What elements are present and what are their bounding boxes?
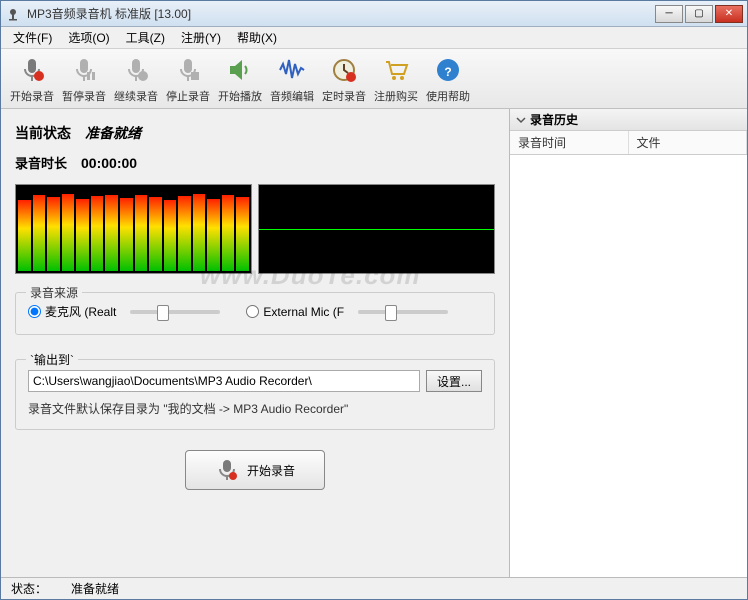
toolbar-use-help[interactable]: ? 使用帮助 <box>423 51 473 107</box>
toolbar-label: 暂停录音 <box>62 88 106 104</box>
toolbar-start-record[interactable]: 开始录音 <box>7 51 57 107</box>
toolbar-label: 注册购买 <box>374 88 418 104</box>
output-group: `输出到` 设置... 录音文件默认保存目录为 "我的文档 -> MP3 Aud… <box>15 359 495 430</box>
state-value: 准备就绪 <box>85 123 141 143</box>
history-table-body <box>510 155 747 577</box>
source-group: 录音来源 麦克风 (Realt External Mic (F <box>15 292 495 335</box>
waveform-icon <box>276 54 308 86</box>
history-header[interactable]: 录音历史 <box>510 109 747 131</box>
chevron-down-icon <box>516 115 526 125</box>
toolbar-label: 继续录音 <box>114 88 158 104</box>
toolbar-label: 开始播放 <box>218 88 262 104</box>
toolbar: 开始录音 暂停录音 继续录音 停止录音 开始播放 音频编辑 定时录音 注册购买 <box>1 49 747 109</box>
mic-resume-icon <box>120 54 152 86</box>
source-mic-radio[interactable]: 麦克风 (Realt <box>28 303 116 320</box>
start-record-label: 开始录音 <box>247 462 295 479</box>
history-panel: 录音历史 录音时间 文件 <box>509 109 747 577</box>
window-title: MP3音频录音机 标准版 [13.00] <box>27 5 653 22</box>
minimize-button[interactable]: ─ <box>655 5 683 23</box>
mic-radio-input[interactable] <box>28 305 41 318</box>
app-icon <box>5 6 21 22</box>
svg-text:?: ? <box>444 65 451 79</box>
toolbar-label: 停止录音 <box>166 88 210 104</box>
output-hint: 录音文件默认保存目录为 "我的文档 -> MP3 Audio Recorder" <box>28 400 482 417</box>
speaker-play-icon <box>224 54 256 86</box>
state-label: 当前状态 <box>15 123 71 143</box>
mic-radio-label: 麦克风 (Realt <box>45 303 116 320</box>
toolbar-audio-edit[interactable]: 音频编辑 <box>267 51 317 107</box>
ext-radio-input[interactable] <box>246 305 259 318</box>
time-label: 录音时长 <box>15 153 67 172</box>
clock-icon <box>328 54 360 86</box>
waveform-display <box>258 184 495 274</box>
menu-file[interactable]: 文件(F) <box>5 27 60 48</box>
toolbar-resume-record[interactable]: 继续录音 <box>111 51 161 107</box>
equalizer-display <box>15 184 252 274</box>
statusbar: 状态： 准备就绪 <box>1 577 747 599</box>
mic-volume-slider[interactable] <box>130 310 220 314</box>
source-ext-radio[interactable]: External Mic (F <box>246 305 344 319</box>
menu-tools[interactable]: 工具(Z) <box>118 27 173 48</box>
main-panel: 当前状态 准备就绪 录音时长 00:00:00 <box>1 109 509 577</box>
titlebar: MP3音频录音机 标准版 [13.00] ─ ▢ ✕ <box>1 1 747 27</box>
history-col-file[interactable]: 文件 <box>629 131 748 154</box>
toolbar-stop-record[interactable]: 停止录音 <box>163 51 213 107</box>
cart-icon <box>380 54 412 86</box>
source-legend: 录音来源 <box>26 284 82 301</box>
state-line: 当前状态 准备就绪 <box>15 123 495 143</box>
status-label: 状态： <box>11 580 47 597</box>
toolbar-label: 开始录音 <box>10 88 54 104</box>
mic-stop-icon <box>172 54 204 86</box>
toolbar-label: 定时录音 <box>322 88 366 104</box>
mic-record-icon <box>16 54 48 86</box>
mic-pause-icon <box>68 54 100 86</box>
visualizer-row <box>15 184 495 274</box>
output-path-input[interactable] <box>28 370 420 392</box>
history-table-header: 录音时间 文件 <box>510 131 747 155</box>
menubar: 文件(F) 选项(O) 工具(Z) 注册(Y) 帮助(X) <box>1 27 747 49</box>
maximize-button[interactable]: ▢ <box>685 5 713 23</box>
time-line: 录音时长 00:00:00 <box>15 153 495 172</box>
help-icon: ? <box>432 54 464 86</box>
menu-help[interactable]: 帮助(X) <box>229 27 285 48</box>
time-value: 00:00:00 <box>81 155 137 171</box>
history-col-time[interactable]: 录音时间 <box>510 131 629 154</box>
app-window: MP3音频录音机 标准版 [13.00] ─ ▢ ✕ 文件(F) 选项(O) 工… <box>0 0 748 600</box>
start-record-button[interactable]: 开始录音 <box>185 450 325 490</box>
body-area: 当前状态 准备就绪 录音时长 00:00:00 <box>1 109 747 577</box>
toolbar-register-buy[interactable]: 注册购买 <box>371 51 421 107</box>
mic-icon <box>215 458 239 482</box>
toolbar-label: 使用帮助 <box>426 88 470 104</box>
output-legend: `输出到` <box>26 351 78 368</box>
toolbar-label: 音频编辑 <box>270 88 314 104</box>
history-title: 录音历史 <box>530 111 578 128</box>
toolbar-start-play[interactable]: 开始播放 <box>215 51 265 107</box>
menu-register[interactable]: 注册(Y) <box>173 27 229 48</box>
close-button[interactable]: ✕ <box>715 5 743 23</box>
ext-volume-slider[interactable] <box>358 310 448 314</box>
toolbar-pause-record[interactable]: 暂停录音 <box>59 51 109 107</box>
status-value: 准备就绪 <box>71 580 119 597</box>
toolbar-timed-record[interactable]: 定时录音 <box>319 51 369 107</box>
settings-button[interactable]: 设置... <box>426 370 482 392</box>
menu-options[interactable]: 选项(O) <box>60 27 117 48</box>
ext-radio-label: External Mic (F <box>263 305 344 319</box>
